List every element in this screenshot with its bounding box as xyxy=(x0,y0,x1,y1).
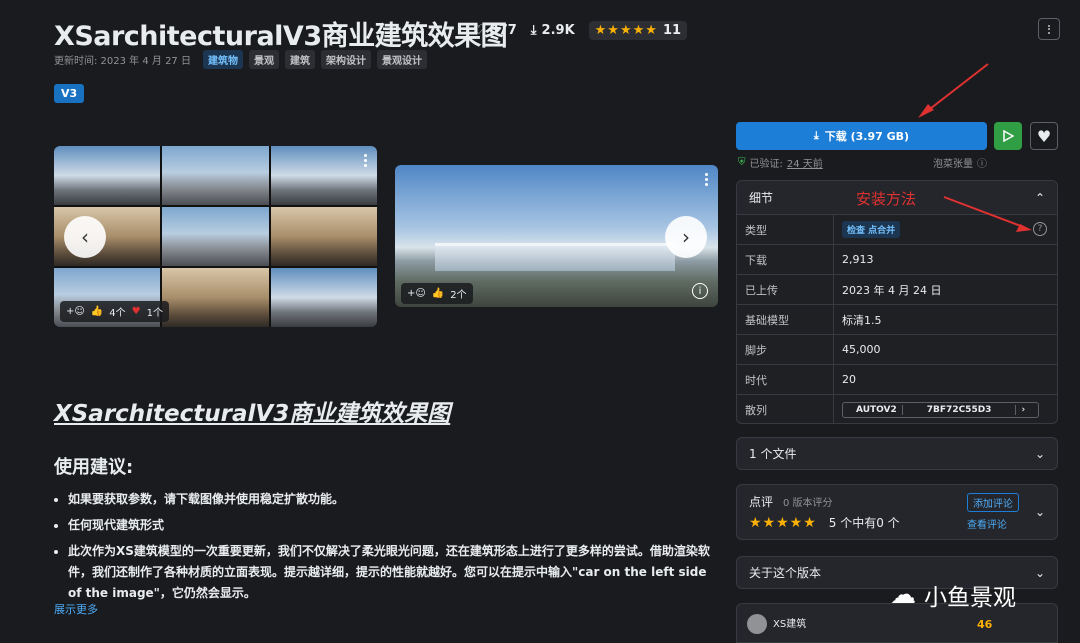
chevron-down-icon: ⌄ xyxy=(1034,446,1045,461)
verified-info: ⛨ 已验证: 24 天前 xyxy=(738,157,823,170)
list-item: 如果要获取参数，请下载图像并使用稳定扩散功能。 xyxy=(68,489,718,510)
usage-subheading: 使用建议: xyxy=(54,457,134,478)
tag-architecture[interactable]: 建筑 xyxy=(284,50,315,69)
thumbs-up-icon: 👍 xyxy=(431,288,445,299)
description-heading: XSarchitecturalV3商业建筑效果图 xyxy=(54,401,451,427)
chevron-down-icon: ⌄ xyxy=(1034,565,1045,580)
star-rating-icon: ★★★★★ xyxy=(749,514,817,531)
reactions-bar[interactable]: +☺ 👍 2个 xyxy=(401,283,473,304)
usage-list: 如果要获取参数，请下载图像并使用稳定扩散功能。 任何现代建筑形式 此次作为XS建… xyxy=(68,489,718,609)
download-icon: ⤓ xyxy=(813,129,819,142)
add-review-button[interactable]: 添加评论 xyxy=(966,493,1019,512)
download-icon: ⤓ xyxy=(530,23,537,38)
image-menu-icon[interactable] xyxy=(705,173,708,186)
more-options-button[interactable] xyxy=(1038,18,1060,40)
creator-count: 46 xyxy=(977,618,993,631)
download-stat: ⤓ 2.9K xyxy=(530,23,575,38)
add-reaction-icon[interactable]: +☺ xyxy=(407,288,426,299)
chevron-right-icon[interactable]: › xyxy=(1016,405,1030,415)
table-row: 已上传 2023 年 4 月 24 日 xyxy=(737,275,1057,305)
chevron-down-icon[interactable]: ⌄ xyxy=(1035,505,1045,519)
star-rating-icon: ★★★★★ xyxy=(594,23,658,38)
shield-check-icon: ⛨ xyxy=(738,157,746,168)
creator-name[interactable]: XS建筑 xyxy=(773,615,806,630)
annotation-arrows xyxy=(918,63,1032,232)
table-row: 时代 20 xyxy=(737,365,1057,395)
version-badge[interactable]: V3 xyxy=(54,84,85,103)
tag-landscape-design[interactable]: 景观设计 xyxy=(376,50,427,69)
view-reviews-link[interactable]: 查看评论 xyxy=(967,516,1007,531)
watermark: ☁ 小鱼景观 xyxy=(890,580,1016,611)
like-stat[interactable]: ♡ 377 xyxy=(473,21,517,40)
reviews-panel: 点评 0 版本评分 ★★★★★ 5 个中有0 个 添加评论 查看评论 ⌄ xyxy=(736,484,1058,540)
wechat-icon: ☁ xyxy=(890,580,916,610)
updated-date: 更新时间: 2023 年 4 月 27 日 xyxy=(54,56,191,67)
table-row: 下载 2,913 xyxy=(737,245,1057,275)
info-icon[interactable]: i xyxy=(692,283,708,299)
tag-building[interactable]: 建筑物 xyxy=(202,50,243,69)
next-arrow-button[interactable]: › xyxy=(665,216,707,258)
hash-selector[interactable]: AUTOV2 7BF72C55D3 › xyxy=(842,402,1040,418)
table-row: 散列 AUTOV2 7BF72C55D3 › xyxy=(737,395,1057,423)
heart-icon: ♡ xyxy=(473,23,485,38)
table-row: 脚步 45,000 xyxy=(737,335,1057,365)
tag-landscape[interactable]: 景观 xyxy=(248,50,279,69)
prev-arrow-button[interactable]: ‹ xyxy=(64,216,106,258)
avatar[interactable] xyxy=(747,614,767,634)
tag-arch-design[interactable]: 架构设计 xyxy=(320,50,371,69)
page-title: XSarchitecturalV3商业建筑效果图 xyxy=(54,21,508,52)
list-item: 此次作为XS建筑模型的一次重要更新，我们不仅解决了柔光眼光问题，还在建筑形态上进… xyxy=(68,541,718,604)
table-row: 基础模型 标清1.5 xyxy=(737,305,1057,335)
stats-bar: ♡ 377 ⤓ 2.9K ★★★★★ 11 xyxy=(473,21,688,40)
files-accordion[interactable]: 1 个文件 ⌄ xyxy=(736,437,1058,470)
show-more-link[interactable]: 展示更多 xyxy=(54,601,98,617)
list-item: 任何现代建筑形式 xyxy=(68,515,718,536)
rating-stat[interactable]: ★★★★★ 11 xyxy=(588,21,688,40)
meta-row: 更新时间: 2023 年 4 月 27 日 建筑物 景观 建筑 架构设计 景观设… xyxy=(54,50,427,69)
